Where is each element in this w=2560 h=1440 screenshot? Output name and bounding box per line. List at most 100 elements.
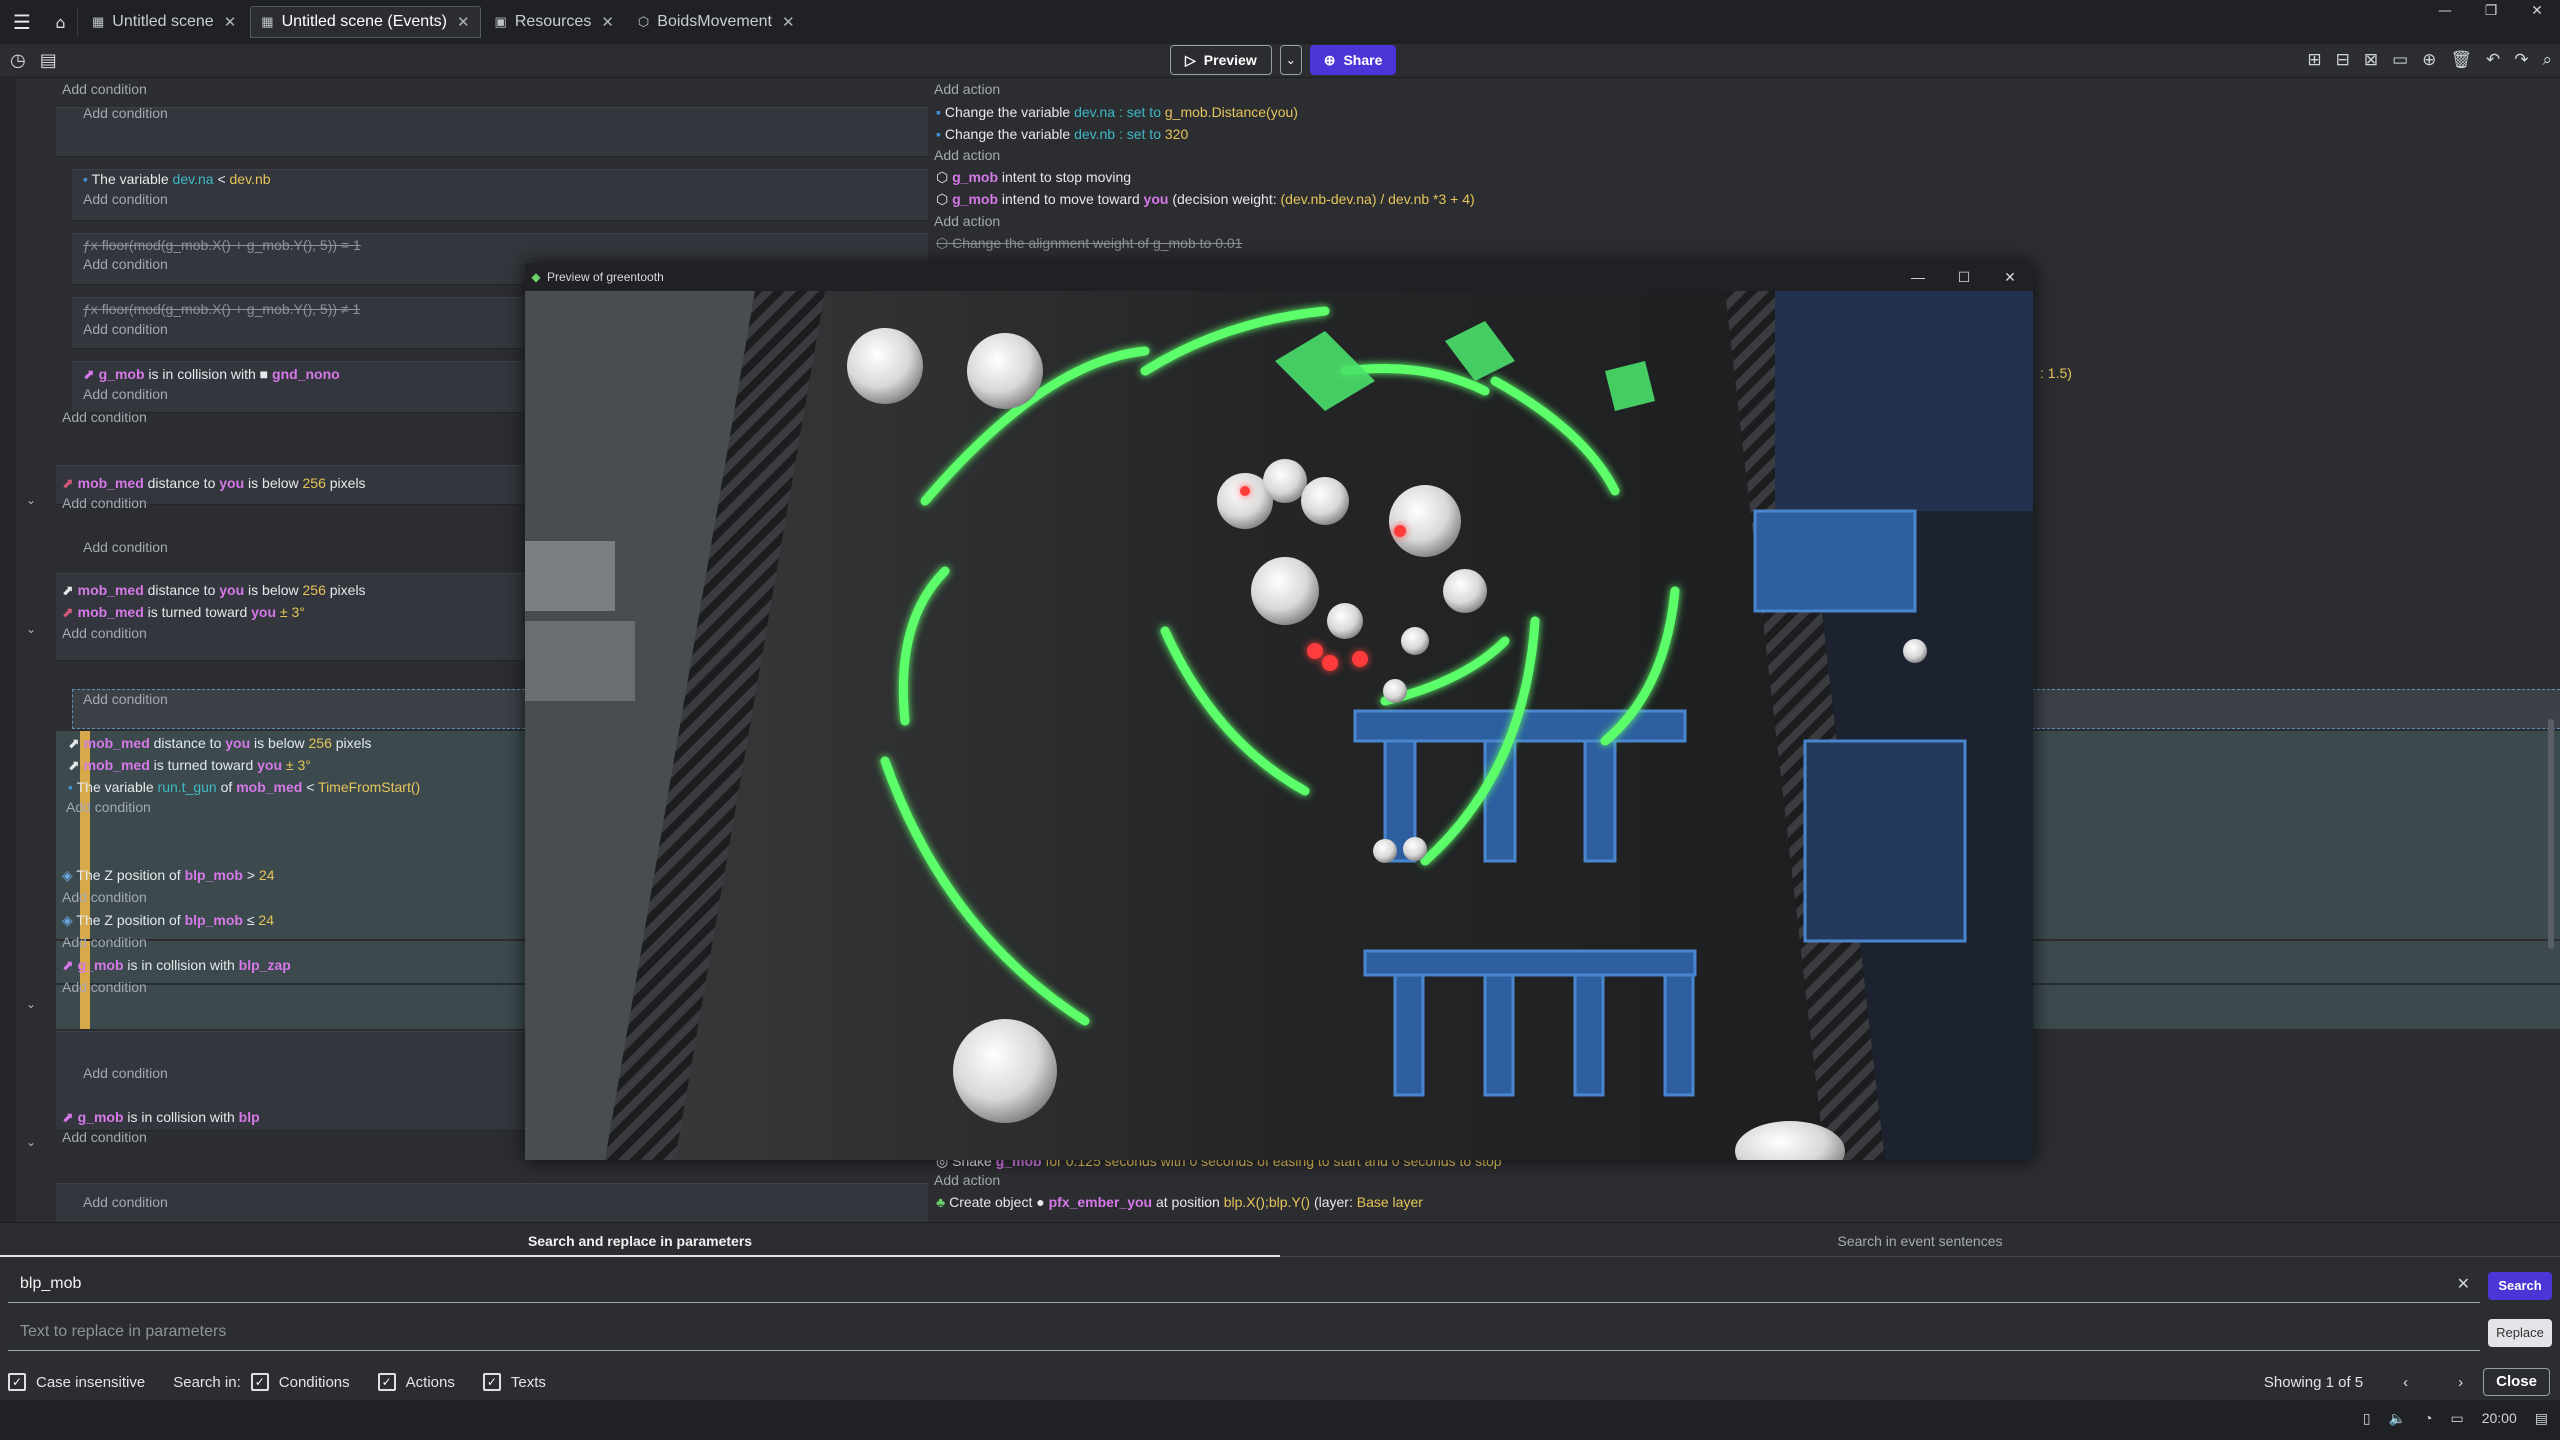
condition-disabled-expression[interactable]: ƒx floor(mod(g_mob.X() + g_mob.Y(), 5)) … xyxy=(83,301,360,317)
delete-icon[interactable]: 🗑 xyxy=(2450,50,2472,70)
action-create-object[interactable]: ♣ Create object ● pfx_ember_you at posit… xyxy=(936,1194,1423,1210)
scrollbar-thumb[interactable] xyxy=(2548,719,2554,949)
condition-turned-toward[interactable]: ⬈ mob_med is turned toward you ± 3° xyxy=(68,757,311,774)
close-icon[interactable]: ✕ xyxy=(457,13,470,31)
add-comment-icon[interactable]: ▭ xyxy=(2392,50,2408,70)
volume-icon[interactable]: 🔈 xyxy=(2389,1410,2406,1427)
tab-search-params[interactable]: Search and replace in parameters xyxy=(0,1223,1280,1257)
add-condition-link[interactable]: Add condition xyxy=(83,191,168,207)
search-input[interactable]: blp_mob ✕ xyxy=(8,1265,2480,1303)
search-icon[interactable]: ⌕ xyxy=(2542,50,2552,70)
close-button[interactable]: Close xyxy=(2483,1368,2550,1396)
action-set-variable[interactable]: ▪ Change the variable dev.na : set to g_… xyxy=(936,104,1298,120)
add-condition-link[interactable]: Add condition xyxy=(62,934,147,950)
add-condition-link[interactable]: Add condition xyxy=(62,495,147,511)
chevron-down-icon[interactable]: ⌄ xyxy=(26,997,36,1011)
redo-icon[interactable]: ↷ xyxy=(2514,50,2528,70)
condition-turned-toward[interactable]: ⬈ mob_med is turned toward you ± 3° xyxy=(62,604,305,621)
chevron-down-icon[interactable]: ⌄ xyxy=(26,1135,36,1149)
add-condition-link[interactable]: Add condition xyxy=(83,539,168,555)
minimize-icon[interactable]: — xyxy=(1895,263,1941,291)
close-icon[interactable]: ✕ xyxy=(601,13,614,31)
add-condition-link[interactable]: Add condition xyxy=(83,691,168,707)
condition-collision[interactable]: ⬈ g_mob is in collision with ■ gnd_nono xyxy=(83,366,340,383)
add-condition-link[interactable]: Add condition xyxy=(83,105,168,121)
notifications-icon[interactable]: ▤ xyxy=(2535,1410,2548,1427)
replace-button[interactable]: Replace xyxy=(2488,1319,2552,1347)
add-condition-link[interactable]: Add condition xyxy=(62,979,147,995)
previous-result-icon[interactable]: ‹ xyxy=(2403,1374,2408,1391)
add-condition-link[interactable]: Add condition xyxy=(83,1065,168,1081)
condition-object-variable[interactable]: ▪ The variable run.t_gun of mob_med < Ti… xyxy=(68,779,420,795)
add-event-icon[interactable]: ⊞ xyxy=(2307,50,2321,70)
action-disabled-alignment[interactable]: ⬡ Change the alignment weight of g_mob t… xyxy=(936,235,1242,252)
close-icon[interactable]: ✕ xyxy=(224,13,237,31)
add-action-link[interactable]: Add action xyxy=(934,213,1000,229)
add-condition-link[interactable]: Add condition xyxy=(83,321,168,337)
battery-icon[interactable]: ▭ xyxy=(2450,1410,2463,1427)
tab-search-sentences[interactable]: Search in event sentences xyxy=(1280,1223,2560,1257)
maximize-icon[interactable]: ☐ xyxy=(1941,263,1987,291)
menu-icon[interactable]: ☰ xyxy=(0,0,44,44)
tab-resources[interactable]: ▣ Resources ✕ xyxy=(485,6,624,38)
condition-distance[interactable]: ⬈ mob_med distance to you is below 256 p… xyxy=(62,475,366,492)
condition-disabled-expression[interactable]: ƒx floor(mod(g_mob.X() + g_mob.Y(), 5)) … xyxy=(83,237,361,253)
condition-collision[interactable]: ⬈ g_mob is in collision with blp xyxy=(62,1109,260,1126)
condition-z-position[interactable]: ◈ The Z position of blp_mob ≤ 24 xyxy=(62,912,274,929)
add-action-link[interactable]: Add action xyxy=(934,81,1000,97)
preview-button[interactable]: ▷ Preview xyxy=(1170,45,1272,75)
add-condition-link[interactable]: Add condition xyxy=(62,409,147,425)
action-stop-moving[interactable]: ⬡ g_mob intent to stop moving xyxy=(936,169,1131,186)
close-window-icon[interactable]: ✕ xyxy=(2514,0,2560,22)
share-button[interactable]: ⊕ Share xyxy=(1309,45,1397,75)
action-move-toward[interactable]: ⬡ g_mob intend to move toward you (decis… xyxy=(936,191,1475,208)
tab-untitled-scene[interactable]: ▦ Untitled scene ✕ xyxy=(82,6,246,38)
add-action-link[interactable]: Add action xyxy=(934,1172,1000,1188)
condition-collision[interactable]: ⬈ g_mob is in collision with blp_zap xyxy=(62,957,291,974)
tab-boidsmovement[interactable]: ⬡ BoidsMovement ✕ xyxy=(628,6,805,38)
condition-distance[interactable]: ⬈ mob_med distance to you is below 256 p… xyxy=(68,735,372,752)
add-condition-link[interactable]: Add condition xyxy=(66,799,151,815)
game-viewport[interactable] xyxy=(525,291,2033,1160)
condition-z-position[interactable]: ◈ The Z position of blp_mob > 24 xyxy=(62,867,274,884)
wifi-icon[interactable]: ◔ xyxy=(2424,1410,2432,1427)
home-icon[interactable]: ⌂ xyxy=(44,7,78,37)
clock[interactable]: 20:00 xyxy=(2482,1410,2517,1427)
restore-icon[interactable]: ❐ xyxy=(2468,0,2514,22)
texts-checkbox[interactable]: ✓ xyxy=(482,1373,501,1391)
add-group-icon[interactable]: ⊠ xyxy=(2364,50,2378,70)
condition-distance[interactable]: ⬈ mob_med distance to you is below 256 p… xyxy=(62,582,366,599)
add-condition-link[interactable]: Add condition xyxy=(62,889,147,905)
add-other-icon[interactable]: ⊕ xyxy=(2422,50,2436,70)
add-condition-link[interactable]: Add condition xyxy=(83,1194,168,1210)
clear-icon[interactable]: ✕ xyxy=(2457,1274,2470,1294)
case-insensitive-checkbox[interactable]: ✓ xyxy=(8,1373,26,1391)
add-condition-link[interactable]: Add condition xyxy=(83,256,168,272)
chevron-down-icon[interactable]: ⌄ xyxy=(26,622,36,636)
undo-icon[interactable]: ↶ xyxy=(2486,50,2500,70)
project-manager-icon[interactable]: ▤ xyxy=(40,50,57,71)
search-button[interactable]: Search xyxy=(2488,1272,2552,1300)
preview-titlebar[interactable]: ◆ Preview of greentooth — ☐ ✕ xyxy=(525,263,2033,291)
actions-checkbox[interactable]: ✓ xyxy=(377,1373,396,1391)
history-icon[interactable]: ◷ xyxy=(10,50,26,71)
add-condition-link[interactable]: Add condition xyxy=(62,81,147,97)
close-icon[interactable]: ✕ xyxy=(1987,263,2033,291)
minimize-icon[interactable]: — xyxy=(2422,0,2468,22)
add-action-link[interactable]: Add action xyxy=(934,147,1000,163)
chevron-down-icon[interactable]: ⌄ xyxy=(26,493,36,507)
condition-variable[interactable]: ▪ The variable dev.na < dev.nb xyxy=(83,171,271,187)
add-condition-link[interactable]: Add condition xyxy=(62,625,147,641)
next-result-icon[interactable]: › xyxy=(2458,1374,2463,1391)
add-condition-link[interactable]: Add condition xyxy=(83,386,168,402)
usb-icon[interactable]: ▯ xyxy=(2363,1410,2371,1427)
add-subevent-icon[interactable]: ⊟ xyxy=(2336,50,2350,70)
action-set-variable[interactable]: ▪ Change the variable dev.nb : set to 32… xyxy=(936,126,1188,142)
preview-options-dropdown[interactable]: ⌄ xyxy=(1279,45,1302,75)
conditions-checkbox[interactable]: ✓ xyxy=(250,1373,269,1391)
close-icon[interactable]: ✕ xyxy=(782,13,795,31)
preview-window[interactable]: ◆ Preview of greentooth — ☐ ✕ xyxy=(525,263,2033,1160)
tab-untitled-scene-events[interactable]: ▦ Untitled scene (Events) ✕ xyxy=(250,6,481,38)
add-condition-link[interactable]: Add condition xyxy=(62,1129,147,1145)
replace-input[interactable]: Text to replace in parameters xyxy=(8,1313,2480,1351)
